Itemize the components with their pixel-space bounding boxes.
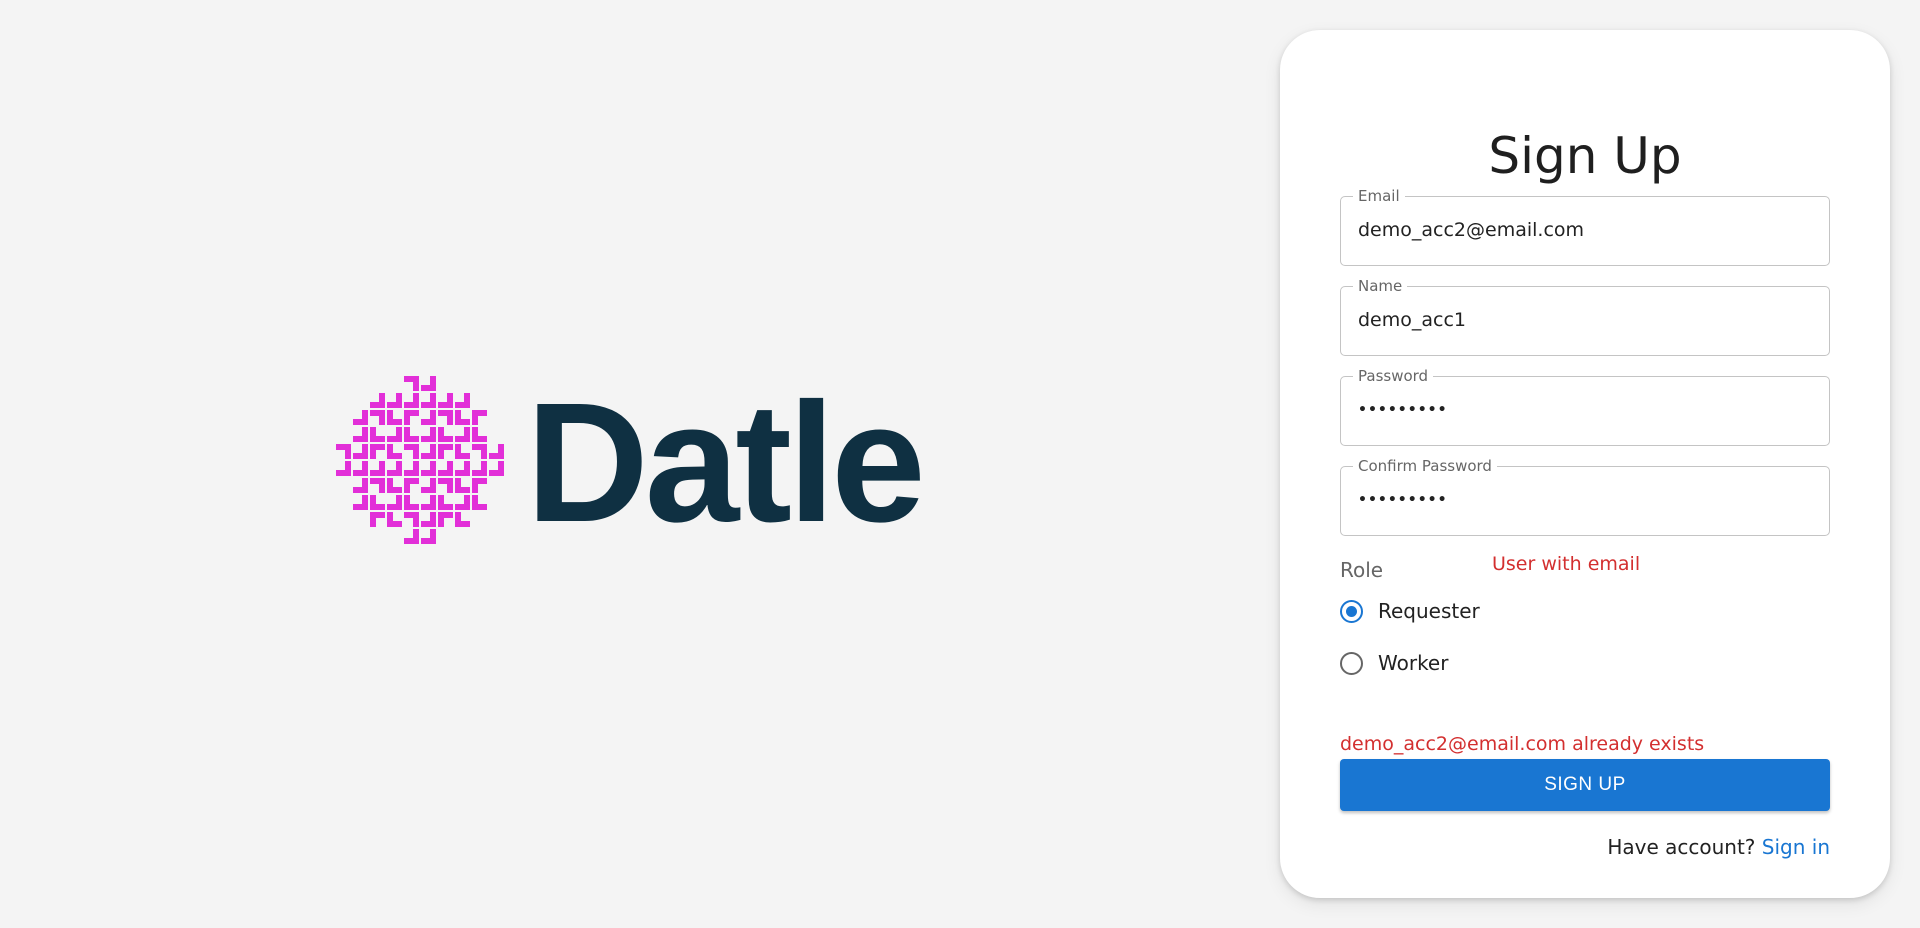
role-option-label: Worker (1378, 651, 1449, 675)
email-inline-error: User with email (1492, 553, 1641, 575)
brand-wordmark: Datle (526, 368, 926, 558)
password-input[interactable] (1358, 377, 1808, 444)
password-field: Password (1340, 367, 1830, 446)
confirm-password-input[interactable] (1358, 467, 1808, 534)
role-option-requester[interactable]: Requester (1340, 596, 1480, 626)
brand-logo: Datle (336, 368, 956, 558)
radio-checked-icon[interactable] (1340, 599, 1363, 623)
signup-card: Sign Up Email Name Password Confirm Pass… (1280, 30, 1890, 898)
role-option-worker[interactable]: Worker (1340, 648, 1448, 678)
radio-unchecked-icon[interactable] (1340, 651, 1363, 675)
role-label: Role (1340, 558, 1384, 582)
name-field: Name (1340, 277, 1830, 356)
name-input[interactable] (1358, 287, 1808, 354)
confirm-password-field: Confirm Password (1340, 457, 1830, 536)
sign-in-link[interactable]: Sign in (1762, 835, 1830, 859)
sign-in-prompt: Have account? Sign in (1607, 834, 1830, 860)
role-option-label: Requester (1378, 599, 1480, 623)
page-title: Sign Up (1488, 127, 1682, 185)
form-error-message: demo_acc2@email.com already exists (1340, 733, 1705, 755)
email-input[interactable] (1358, 197, 1808, 264)
datle-logo-mark-icon (336, 376, 504, 544)
sign-up-button[interactable]: SIGN UP (1340, 759, 1830, 811)
have-account-text: Have account? (1607, 835, 1756, 859)
email-field: Email (1340, 187, 1830, 266)
